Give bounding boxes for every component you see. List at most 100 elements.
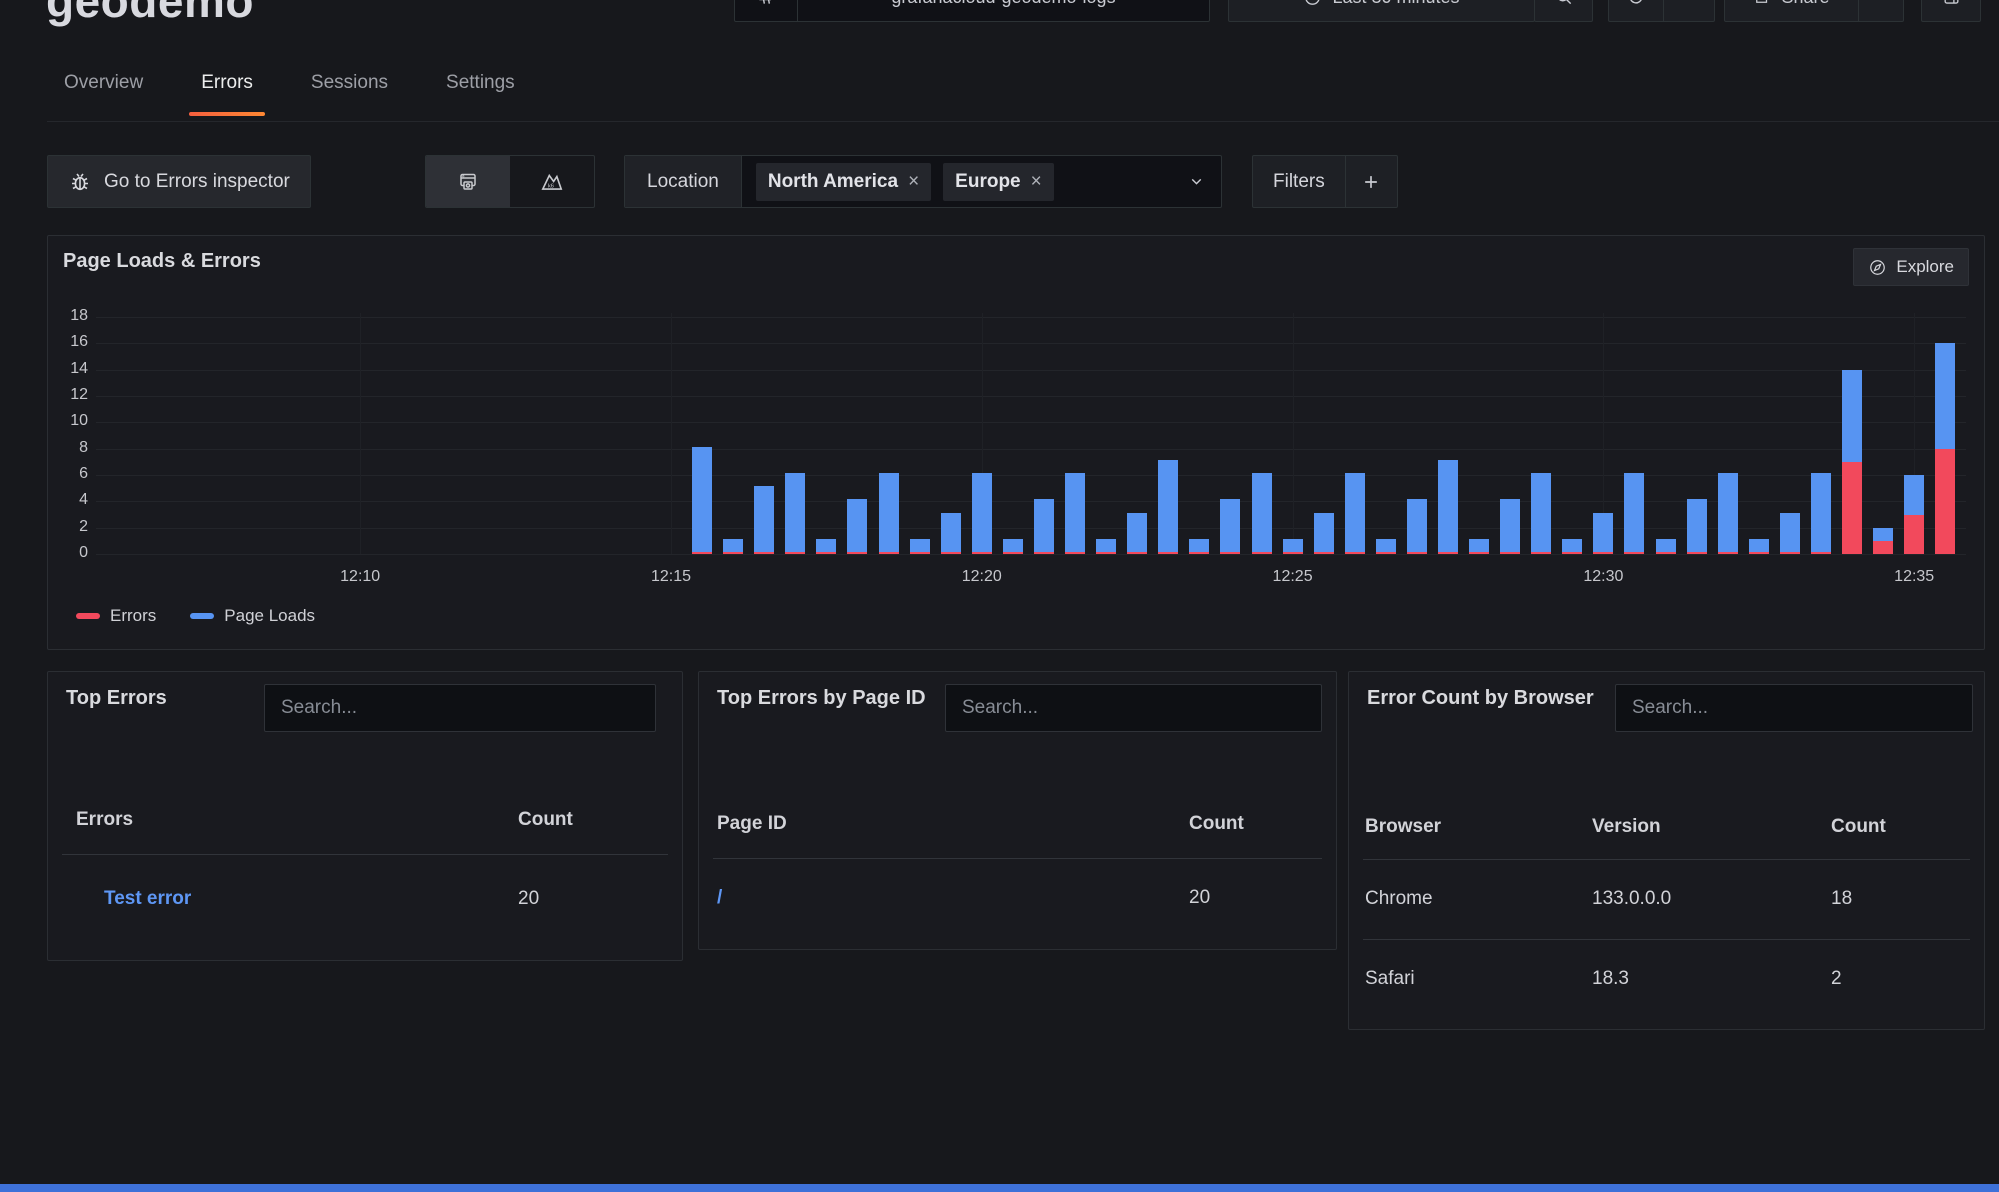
refresh-button-group[interactable] [1608, 0, 1715, 22]
table-row-page-count: 20 [1189, 887, 1210, 909]
chart-bar-errors [692, 552, 712, 554]
chart-bar-errors [1469, 552, 1489, 554]
chart-bar-errors [1593, 552, 1613, 554]
top-errors-title: Top Errors [66, 684, 256, 713]
gridline [1293, 313, 1294, 554]
legend-label: Page Loads [224, 606, 315, 626]
chart-bar-errors [1656, 552, 1676, 554]
active-tab-underline [189, 112, 265, 116]
top-errors-panel: Top Errors Errors Count Test error 20 [47, 671, 683, 961]
gridline [96, 449, 1966, 450]
chart-bar-page-loads [1780, 513, 1800, 553]
top-errors-by-page-search-input[interactable] [945, 684, 1322, 732]
chart-bar-page-loads [1749, 539, 1769, 552]
share-button[interactable]: Share [1725, 0, 1858, 21]
share-button-group[interactable]: Share [1724, 0, 1904, 22]
browser-window-icon [456, 170, 480, 194]
chart-bar-page-loads [1593, 513, 1613, 553]
chart-bar-page-loads [1096, 539, 1116, 552]
chart-bar-errors [910, 552, 930, 554]
bar-chart[interactable] [96, 313, 1966, 554]
remove-tag-icon[interactable]: × [1031, 171, 1042, 193]
legend-label: Errors [110, 606, 156, 626]
time-range-picker[interactable]: Last 30 minutes [1228, 0, 1535, 22]
column-header-browser[interactable]: Browser [1365, 816, 1441, 838]
browser-source-toggle[interactable] [426, 156, 510, 207]
y-tick-label: 12 [48, 386, 88, 404]
chart-bar-errors [1873, 541, 1893, 554]
table-row-page-link[interactable]: / [717, 887, 722, 909]
chart-bar-errors [1935, 449, 1955, 554]
location-filter-label[interactable]: Location [625, 156, 742, 207]
toggle-panel-button[interactable] [1921, 0, 1981, 22]
tab-settings[interactable]: Settings [442, 58, 519, 116]
zoom-out-button[interactable] [1534, 0, 1593, 22]
refresh-icon[interactable] [1609, 0, 1663, 21]
tab-overview[interactable]: Overview [60, 58, 147, 116]
column-header-errors[interactable]: Errors [76, 809, 133, 831]
tabs-divider [47, 121, 1999, 122]
k6-icon: k6 [539, 169, 565, 195]
chart-bar-errors [1718, 552, 1738, 554]
chart-bar-errors [1376, 552, 1396, 554]
chart-bar-page-loads [1189, 539, 1209, 552]
chart-bar-errors [1624, 552, 1644, 554]
chart-bar-errors [1096, 552, 1116, 554]
panel-title: Page Loads & Errors [63, 250, 261, 273]
chart-bar-errors [1127, 552, 1147, 554]
gridline [96, 343, 1966, 344]
tab-errors[interactable]: Errors [197, 58, 257, 116]
legend-color-pill [190, 613, 214, 619]
plus-icon [1361, 172, 1381, 192]
column-header-count[interactable]: Count [1831, 816, 1886, 838]
location-tag-europe[interactable]: Europe × [943, 163, 1054, 201]
y-tick-label: 14 [48, 360, 88, 378]
error-count-by-browser-search-input[interactable] [1615, 684, 1973, 732]
legend-item-page-loads[interactable]: Page Loads [190, 606, 315, 626]
table-row-error-link[interactable]: Test error [104, 888, 191, 910]
chart-bar-page-loads [1220, 499, 1240, 552]
chart-bar-page-loads [1500, 499, 1520, 552]
chart-bar-page-loads [785, 473, 805, 552]
location-tag-north-america[interactable]: North America × [756, 163, 931, 201]
filters-button[interactable]: Filters [1253, 156, 1345, 207]
remove-tag-icon[interactable]: × [908, 171, 919, 193]
chart-bar-page-loads [910, 539, 930, 552]
error-count-by-browser-title: Error Count by Browser [1367, 684, 1597, 713]
go-to-errors-inspector-button[interactable]: Go to Errors inspector [47, 155, 311, 208]
column-header-count[interactable]: Count [1189, 813, 1244, 835]
y-tick-label: 8 [48, 439, 88, 457]
chart-bar-errors [1407, 552, 1427, 554]
add-filter-button[interactable] [1345, 156, 1397, 207]
legend-item-errors[interactable]: Errors [76, 606, 156, 626]
column-header-count[interactable]: Count [518, 809, 573, 831]
share-icon [1753, 0, 1771, 6]
k6-source-toggle[interactable]: k6 [510, 156, 594, 207]
chart-bar-page-loads [1842, 370, 1862, 462]
chart-bar-errors [847, 552, 867, 554]
column-header-version[interactable]: Version [1592, 816, 1661, 838]
table-cell-count: 18 [1831, 888, 1852, 910]
column-header-page-id[interactable]: Page ID [717, 813, 787, 835]
chart-bar-page-loads [1252, 473, 1272, 552]
gridline [360, 313, 361, 554]
x-tick-label: 12:25 [1273, 568, 1313, 586]
refresh-interval-chevron-icon[interactable] [1664, 0, 1714, 21]
datasource-value[interactable]: grafanacloud-geodemo-logs [798, 0, 1209, 21]
chart-bar-page-loads [941, 513, 961, 553]
chart-bar-page-loads [1407, 499, 1427, 552]
gridline [96, 554, 1966, 555]
chart-bar-errors [816, 552, 836, 554]
chart-bar-errors [1065, 552, 1085, 554]
tab-sessions[interactable]: Sessions [307, 58, 392, 116]
chart-bar-errors [1252, 552, 1272, 554]
chart-bar-page-loads [1469, 539, 1489, 552]
y-tick-label: 6 [48, 465, 88, 483]
location-dropdown-chevron-icon[interactable] [1172, 156, 1221, 207]
top-errors-search-input[interactable] [264, 684, 656, 732]
chart-bar-errors [1687, 552, 1707, 554]
share-chevron-icon[interactable] [1859, 0, 1903, 21]
top-errors-by-page-title: Top Errors by Page ID [717, 684, 947, 713]
explore-button[interactable]: Explore [1853, 248, 1969, 286]
datasource-picker[interactable]: grafanacloud-geodemo-logs [734, 0, 1210, 22]
